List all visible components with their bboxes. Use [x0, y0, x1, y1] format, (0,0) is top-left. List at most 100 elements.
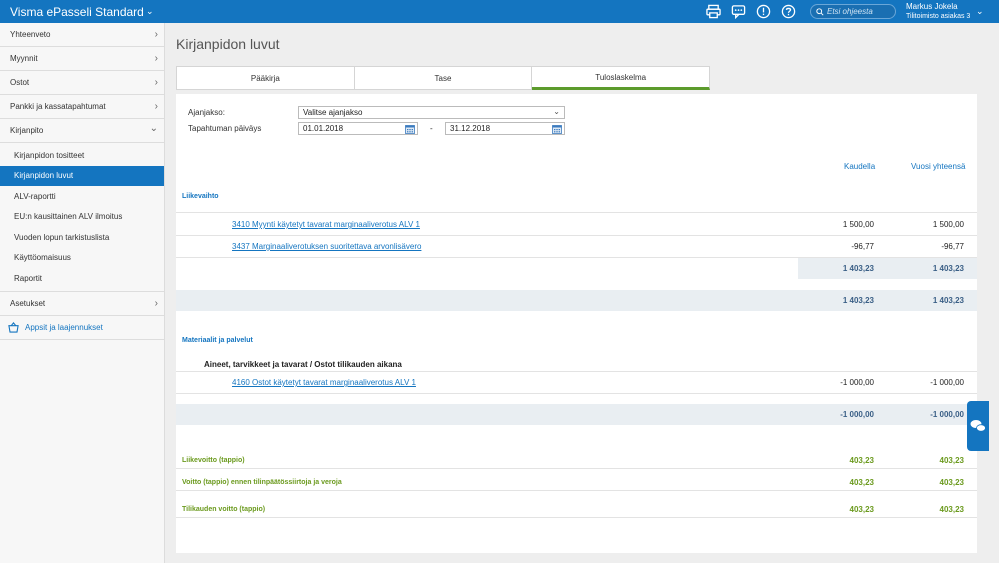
sidebar-item-pankki[interactable]: Pankki ja kassatapahtumat ›: [0, 95, 164, 119]
sidebar-item-yhteenveto[interactable]: Yhteenveto ›: [0, 23, 164, 47]
chevron-down-icon[interactable]: ⌄: [976, 6, 984, 17]
result-label: Liikevoitto (tappio): [182, 457, 245, 464]
sidebar-item-ostot[interactable]: Ostot ›: [0, 71, 164, 95]
total-year: -1 000,00: [930, 410, 964, 419]
help-search-input[interactable]: [827, 7, 895, 16]
sidebar-subitem-luvut[interactable]: Kirjanpidon luvut: [0, 165, 164, 186]
divider: [176, 235, 977, 236]
result-period: 403,23: [849, 478, 874, 487]
result-label: Voitto (tappio) ennen tilinpäätössiirtoj…: [182, 479, 342, 486]
section-title-revenue: Liikevaihto: [182, 193, 219, 200]
total-year: 1 403,23: [932, 296, 964, 305]
period-select[interactable]: Valitse ajanjakso ⌄: [298, 106, 565, 119]
top-bar: Visma ePasseli Standard ⌄ Markus Jokela …: [0, 0, 999, 23]
report-panel: Ajanjakso: Valitse ajanjakso ⌄ Tapahtuma…: [176, 94, 977, 553]
sidebar-item-label: Asetukset: [10, 298, 46, 308]
amount-period: -96,77: [851, 242, 874, 251]
app-title: Visma ePasseli Standard: [10, 4, 144, 19]
sidebar-item-kirjanpito[interactable]: Kirjanpito ⌄: [0, 119, 164, 143]
sidebar-item-label: Ostot: [10, 78, 30, 87]
subtotal-year: 1 403,23: [932, 264, 964, 273]
chevron-right-icon: ›: [154, 53, 158, 64]
amount-year: -96,77: [941, 242, 964, 251]
sidebar-subitem-tositteet[interactable]: Kirjanpidon tositteet: [0, 145, 164, 166]
result-period: 403,23: [849, 505, 874, 514]
chevron-right-icon: ›: [154, 77, 158, 88]
sidebar-subitem-raportit[interactable]: Raportit: [0, 268, 164, 289]
sidebar-item-asetukset[interactable]: Asetukset ›: [0, 292, 164, 316]
amount-year: -1 000,00: [930, 378, 964, 387]
sidebar-subitem-tarkistuslista[interactable]: Vuoden lopun tarkistuslista: [0, 227, 164, 248]
column-header-year: Vuosi yhteensä: [911, 162, 966, 171]
amount-period: 1 500,00: [842, 220, 874, 229]
tab-tuloslaskelma[interactable]: Tuloslaskelma: [532, 66, 711, 90]
app-switcher[interactable]: Visma ePasseli Standard ⌄: [0, 0, 165, 23]
chevron-right-icon: ›: [154, 101, 158, 112]
account-link[interactable]: 3437 Marginaaliverotuksen suoritettava a…: [232, 242, 421, 251]
result-year: 403,23: [939, 478, 964, 487]
help-search: [810, 4, 896, 19]
help-icon[interactable]: [781, 4, 796, 19]
chevron-down-icon: ⌄: [553, 107, 560, 116]
calendar-icon[interactable]: [552, 124, 562, 134]
apps-link[interactable]: Appsit ja laajennukset: [0, 316, 164, 340]
chat-support-button[interactable]: [967, 401, 989, 451]
sidebar-subitem-alv-raportti[interactable]: ALV-raportti: [0, 186, 164, 207]
date-label: Tapahtuman päiväys: [188, 124, 262, 133]
tab-tase[interactable]: Tase: [354, 66, 533, 90]
date-from-value: 01.01.2018: [303, 124, 344, 133]
divider: [176, 212, 977, 213]
divider: [176, 371, 977, 372]
user-name: Markus Jokela: [906, 2, 958, 11]
chevron-right-icon: ›: [154, 297, 158, 309]
chevron-down-icon: ⌄: [149, 123, 158, 134]
result-period: 403,23: [849, 456, 874, 465]
basket-icon: [8, 321, 19, 333]
sidebar-item-label: Pankki ja kassatapahtumat: [10, 102, 106, 111]
result-year: 403,23: [939, 456, 964, 465]
sidebar-subitem-kayttoomaisuus[interactable]: Käyttöomaisuus: [0, 248, 164, 269]
total-period: -1 000,00: [840, 410, 874, 419]
subsection-title: Aineet, tarvikkeet ja tavarat / Ostot ti…: [204, 360, 402, 369]
user-menu[interactable]: Markus Jokela Tilitoimisto asiakas 3: [906, 2, 970, 22]
sidebar-item-myynnit[interactable]: Myynnit ›: [0, 47, 164, 71]
divider: [176, 517, 977, 518]
total-period: 1 403,23: [842, 296, 874, 305]
period-label: Ajanjakso:: [188, 108, 225, 117]
section-title-materials: Materiaalit ja palvelut: [182, 337, 253, 344]
result-year: 403,23: [939, 505, 964, 514]
result-label: Tilikauden voitto (tappio): [182, 506, 266, 513]
chevron-down-icon: ⌄: [146, 6, 154, 16]
date-to-field[interactable]: 31.12.2018: [445, 122, 565, 135]
date-from-field[interactable]: 01.01.2018: [298, 122, 418, 135]
user-org: Tilitoimisto asiakas 3: [906, 13, 971, 20]
alert-icon[interactable]: [756, 4, 771, 19]
subtotal-period: 1 403,23: [842, 264, 874, 273]
page-title: Kirjanpidon luvut: [176, 36, 280, 52]
kirjanpito-submenu: Kirjanpidon tositteet Kirjanpidon luvut …: [0, 143, 164, 292]
amount-year: 1 500,00: [932, 220, 964, 229]
calendar-icon[interactable]: [405, 124, 415, 134]
chevron-right-icon: ›: [154, 29, 158, 40]
column-header-period: Kaudella: [844, 162, 876, 171]
divider: [176, 468, 977, 469]
search-icon: [816, 7, 824, 16]
sidebar-subitem-eu-alv[interactable]: EU:n kausittainen ALV ilmoitus: [0, 207, 164, 228]
apps-label: Appsit ja laajennukset: [25, 322, 103, 332]
account-link[interactable]: 3410 Myynti käytetyt tavarat marginaaliv…: [232, 220, 420, 229]
period-select-value: Valitse ajanjakso: [303, 108, 363, 117]
date-separator: -: [430, 124, 433, 133]
print-icon[interactable]: [706, 4, 721, 19]
date-to-value: 31.12.2018: [450, 124, 491, 133]
account-link[interactable]: 4160 Ostot käytetyt tavarat marginaalive…: [232, 378, 416, 387]
sidebar-item-label: Yhteenveto: [10, 30, 51, 39]
divider: [176, 393, 977, 394]
chat-icon[interactable]: [731, 4, 746, 19]
sidebar-item-label: Myynnit: [10, 54, 38, 63]
tab-paakirja[interactable]: Pääkirja: [176, 66, 355, 90]
report-tabs: Pääkirja Tase Tuloslaskelma: [176, 66, 711, 90]
sidebar-item-label: Kirjanpito: [10, 126, 44, 135]
divider: [176, 490, 977, 491]
chat-bubbles-icon: [970, 420, 986, 432]
amount-period: -1 000,00: [840, 378, 874, 387]
